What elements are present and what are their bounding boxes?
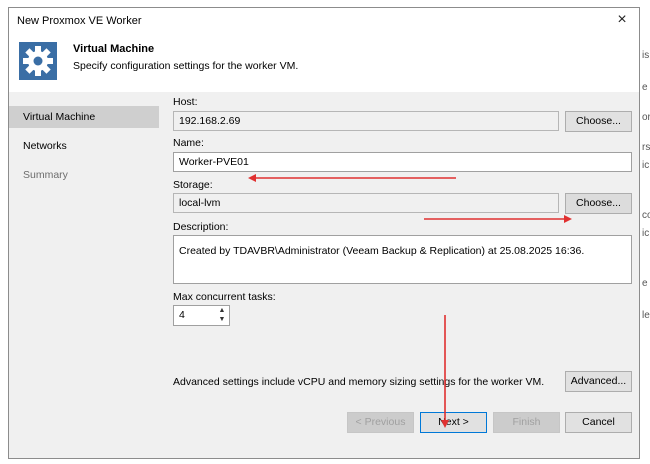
max-tasks-stepper[interactable]: 4 ▲ ▼: [173, 305, 230, 326]
host-label: Host:: [173, 96, 198, 108]
header-subtitle: Specify configuration settings for the w…: [73, 60, 299, 72]
cancel-button[interactable]: Cancel: [565, 412, 632, 433]
name-label: Name:: [173, 137, 204, 149]
host-choose-button[interactable]: Choose...: [565, 111, 632, 132]
wizard-dialog: New Proxmox VE Worker × Virtual Machine …: [8, 7, 640, 459]
header-title: Virtual Machine: [73, 43, 155, 55]
next-button[interactable]: Next >: [420, 412, 487, 433]
background-text: e: [642, 278, 648, 289]
storage-field: local-lvm: [173, 193, 559, 213]
storage-choose-button[interactable]: Choose...: [565, 193, 632, 214]
previous-button: < Previous: [347, 412, 414, 433]
wizard-header: Virtual Machine Specify configuration se…: [9, 34, 639, 93]
background-text: ic: [642, 160, 650, 171]
storage-label: Storage:: [173, 179, 213, 191]
description-label: Description:: [173, 221, 229, 233]
background-text: or: [642, 112, 650, 123]
host-field: 192.168.2.69: [173, 111, 559, 131]
background-text: ic: [642, 228, 650, 239]
finish-button: Finish: [493, 412, 560, 433]
advanced-button[interactable]: Advanced...: [565, 371, 632, 392]
max-tasks-label: Max concurrent tasks:: [173, 291, 276, 303]
nav-item-summary: Summary: [23, 169, 68, 181]
nav-item-networks[interactable]: Networks: [9, 135, 159, 157]
background-text: is: [642, 50, 650, 61]
wizard-steps-nav: Virtual Machine Networks Summary: [9, 106, 159, 193]
background-text: co: [642, 210, 650, 221]
title-bar: New Proxmox VE Worker ×: [9, 8, 639, 34]
advanced-description: Advanced settings include vCPU and memor…: [173, 376, 545, 388]
close-icon[interactable]: ×: [613, 11, 631, 29]
nav-item-virtual-machine[interactable]: Virtual Machine: [9, 106, 159, 128]
background-text: le: [642, 310, 650, 321]
wizard-body: Virtual Machine Networks Summary Host: 1…: [9, 92, 639, 458]
stepper-arrows-icon[interactable]: ▲ ▼: [216, 306, 228, 325]
gear-icon: [19, 42, 57, 80]
background-text: rs: [642, 142, 650, 153]
description-textarea[interactable]: Created by TDAVBR\Administrator (Veeam B…: [173, 235, 632, 284]
max-tasks-value: 4: [179, 309, 185, 321]
window-title: New Proxmox VE Worker: [17, 15, 142, 27]
background-text: e: [642, 82, 648, 93]
name-input[interactable]: Worker-PVE01: [173, 152, 632, 172]
background-window-fragment: is e or rs ic co ic e le: [640, 0, 650, 464]
